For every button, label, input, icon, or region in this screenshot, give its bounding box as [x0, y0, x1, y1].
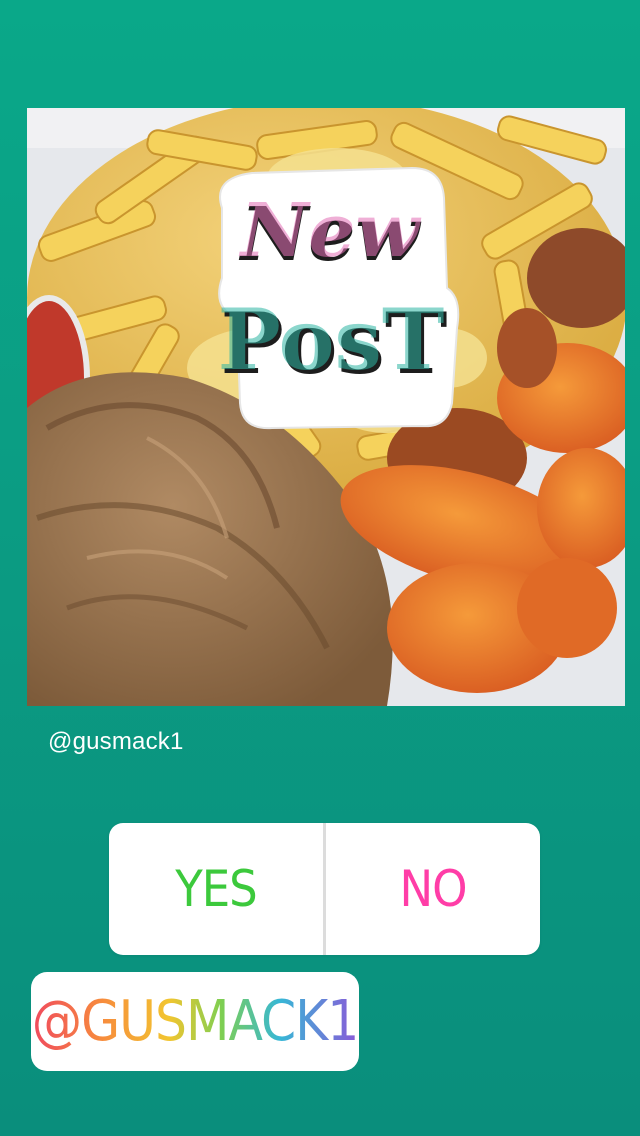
poll-sticker[interactable]: YES NO [109, 823, 540, 955]
mention-sticker[interactable]: @GUSMACK1 [31, 972, 359, 1071]
food-photo: New New PosT PosT [27, 108, 625, 706]
svg-text:New: New [239, 188, 422, 274]
poll-no-option[interactable]: NO [326, 823, 540, 955]
svg-text:PosT: PosT [218, 290, 445, 389]
username-caption: @gusmack1 [48, 728, 184, 755]
poll-yes-option[interactable]: YES [109, 823, 323, 955]
mention-label: @GUSMACK1 [31, 989, 360, 1054]
